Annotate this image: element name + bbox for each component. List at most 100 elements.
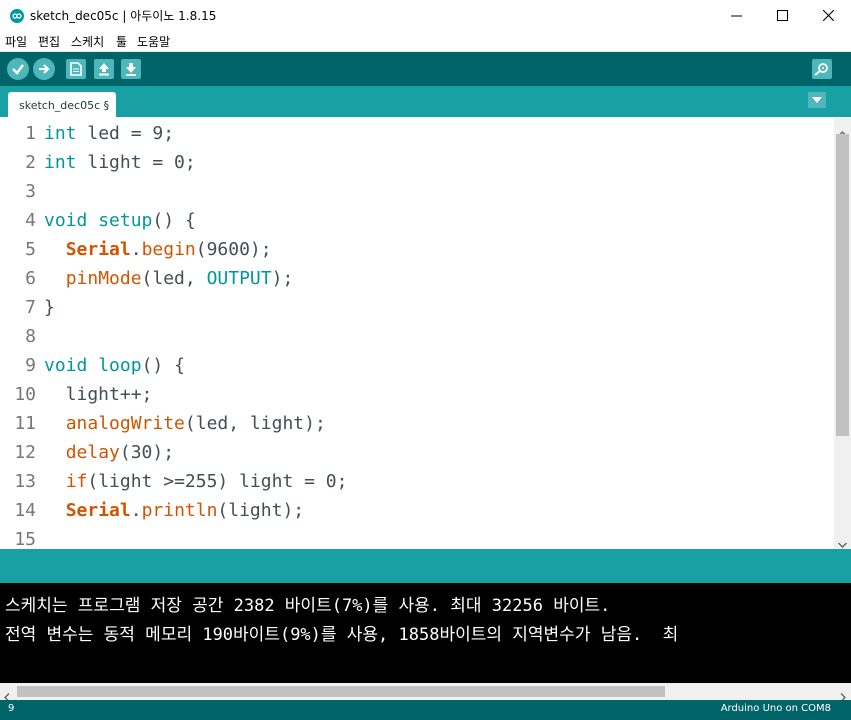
code-token: light++;: [44, 384, 153, 405]
line-number: 5: [25, 239, 36, 260]
line-number: 14: [14, 500, 36, 521]
save-icon: [126, 63, 136, 76]
new-button[interactable]: [66, 59, 86, 79]
line-number: 1: [25, 123, 36, 144]
tab-menu-button[interactable]: [808, 92, 826, 108]
code-token: () {: [141, 355, 185, 376]
code-line: Serial.begin(9600);: [44, 239, 272, 260]
upload-icon: [39, 64, 50, 74]
verify-button[interactable]: [7, 58, 29, 80]
open-icon: [99, 63, 109, 76]
code-line: }: [44, 297, 55, 318]
keyword-token: void: [44, 355, 88, 376]
line-number: 2: [25, 152, 36, 173]
line-number: 4: [25, 210, 36, 231]
arduino-logo-icon: [10, 9, 24, 23]
code-token: (light >=255) light = 0;: [87, 471, 348, 492]
upload-button[interactable]: [33, 58, 55, 80]
line-number: 10: [14, 384, 36, 405]
code-line: if(light >=255) light = 0;: [44, 471, 348, 492]
code-token: (30);: [119, 442, 175, 463]
close-button[interactable]: [805, 0, 851, 31]
menu-sketch[interactable]: 스케치: [71, 33, 104, 50]
line-number: 12: [14, 442, 36, 463]
line-number: 3: [25, 181, 36, 202]
menu-help[interactable]: 도움말: [137, 33, 170, 50]
line-number: 11: [14, 413, 36, 434]
code-token: (led,: [141, 268, 207, 289]
code-token: (led, light);: [184, 413, 326, 434]
minimize-icon: [730, 15, 742, 17]
function-token: setup: [98, 210, 153, 231]
code-line: int light = 0;: [44, 152, 196, 173]
menu-edit[interactable]: 편집: [38, 33, 60, 50]
menu-bar: 파일 편집 스케치 툴 도움말: [0, 31, 851, 52]
function-token: pinMode: [65, 268, 142, 289]
code-token: .: [130, 239, 142, 260]
function-token: begin: [141, 239, 196, 260]
console-line: 전역 변수는 동적 메모리 190바이트(9%)를 사용, 1858바이트의 지…: [5, 625, 679, 645]
code-token: (light);: [217, 500, 305, 521]
editor-scroll-thumb[interactable]: [836, 134, 849, 436]
code-line: delay(30);: [44, 442, 174, 463]
tab-label: sketch_dec05c §: [19, 99, 110, 112]
code-editor[interactable]: 1 2 3 4 5 6 7 8 9 10 11 12 13 14 15 int …: [0, 117, 834, 549]
message-bar: [0, 549, 851, 583]
code-line: pinMode(led, OUTPUT);: [44, 268, 294, 289]
menu-file[interactable]: 파일: [5, 33, 27, 50]
class-token: Serial: [65, 500, 131, 521]
code-line: int led = 9;: [44, 123, 174, 144]
board-port-label: Arduino Uno on COM8: [720, 703, 831, 714]
line-number: 9: [25, 355, 36, 376]
line-number: 13: [14, 471, 36, 492]
function-token: analogWrite: [65, 413, 185, 434]
minimize-button[interactable]: [713, 0, 759, 31]
function-token: loop: [98, 355, 142, 376]
chevron-down-icon: [812, 97, 822, 103]
code-token: }: [44, 297, 55, 318]
code-line: light++;: [44, 384, 153, 405]
maximize-button[interactable]: [759, 0, 805, 31]
line-number: 8: [25, 326, 36, 347]
verify-icon: [12, 64, 24, 75]
code-token: () {: [152, 210, 196, 231]
console-scroll-thumb[interactable]: [17, 686, 665, 697]
code-token: light = 0;: [76, 152, 196, 173]
code-token: led = 9;: [76, 123, 175, 144]
close-icon: [822, 10, 834, 21]
code-token: (9600);: [195, 239, 272, 260]
line-number-gutter: 1 2 3 4 5 6 7 8 9 10 11 12 13 14 15: [0, 117, 36, 549]
code-line: analogWrite(led, light);: [44, 413, 326, 434]
keyword-token: int: [44, 123, 77, 144]
code-token: .: [130, 500, 142, 521]
save-button[interactable]: [121, 59, 141, 79]
cursor-line-number: 9: [8, 703, 15, 714]
serial-monitor-button[interactable]: [812, 59, 832, 79]
keyword-token: void: [44, 210, 88, 231]
keyword-token: if: [65, 471, 88, 492]
console-output[interactable]: 스케치는 프로그램 저장 공간 2382 바이트(7%)를 사용. 최대 322…: [0, 583, 851, 683]
serial-monitor-icon: [814, 63, 828, 76]
new-icon: [70, 62, 82, 76]
function-token: delay: [65, 442, 120, 463]
keyword-token: int: [44, 152, 77, 173]
code-token: );: [271, 268, 294, 289]
window-title: sketch_dec05c | 아두이노 1.8.15: [30, 9, 217, 23]
console-line: 스케치는 프로그램 저장 공간 2382 바이트(7%)를 사용. 최대 322…: [5, 596, 611, 616]
constant-token: OUTPUT: [206, 268, 272, 289]
code-line: void setup() {: [44, 210, 196, 231]
maximize-icon: [776, 10, 788, 21]
open-button[interactable]: [94, 59, 114, 79]
line-number: 7: [25, 297, 36, 318]
menu-tools[interactable]: 툴: [116, 33, 127, 50]
code-line: Serial.println(light);: [44, 500, 304, 521]
function-token: println: [141, 500, 218, 521]
